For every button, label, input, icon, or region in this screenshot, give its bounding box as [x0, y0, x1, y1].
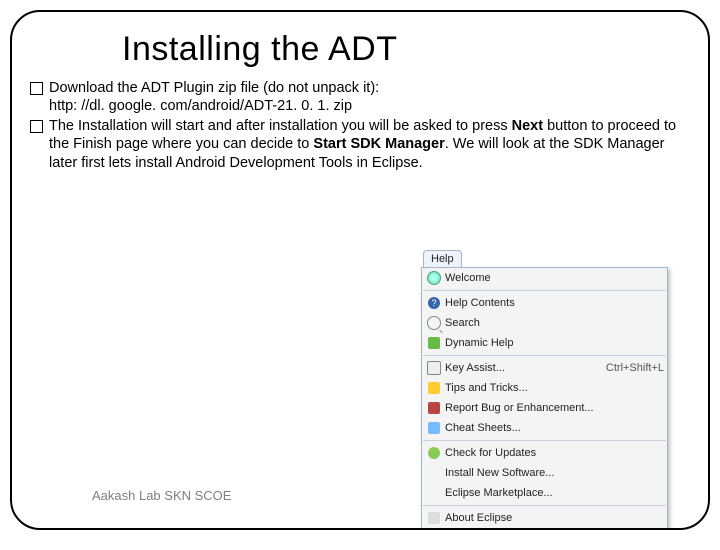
menu-item-shortcut: Ctrl+Shift+L: [596, 362, 664, 374]
menu-item[interactable]: Report Bug or Enhancement...: [422, 398, 667, 418]
bug-icon: [425, 400, 443, 416]
menu-item[interactable]: Tips and Tricks...: [422, 378, 667, 398]
slide-footer: Aakash Lab SKN SCOE: [92, 488, 231, 503]
menu-item-label: Cheat Sheets...: [443, 422, 664, 434]
help-icon: ?: [425, 295, 443, 311]
menu-separator: [423, 505, 666, 506]
menu-item[interactable]: Cheat Sheets...: [422, 418, 667, 438]
menu-item-label: Key Assist...: [443, 362, 596, 374]
key-icon: [425, 360, 443, 376]
menu-item[interactable]: Eclipse Marketplace...: [422, 483, 667, 503]
menu-item[interactable]: ?Help Contents: [422, 293, 667, 313]
bullet-item: Download the ADT Plugin zip file (do not…: [30, 79, 690, 115]
menu-item[interactable]: About Eclipse: [422, 508, 667, 528]
bullet-1-url: http: //dl. google. com/android/ADT-21. …: [49, 98, 352, 114]
menu-item-label: Eclipse Marketplace...: [443, 487, 664, 499]
menu-item-label: Report Bug or Enhancement...: [443, 402, 664, 414]
bullet-marker-icon: [30, 120, 43, 133]
cheat-icon: [425, 420, 443, 436]
slide-title: Installing the ADT: [122, 30, 708, 69]
upd-icon: [425, 445, 443, 461]
menu-item-label: About Eclipse: [443, 512, 664, 524]
menu-item-label: Install New Software...: [443, 467, 664, 479]
menu-item-label: Welcome: [443, 272, 664, 284]
slide-body: Download the ADT Plugin zip file (do not…: [12, 79, 708, 172]
bullet-marker-icon: [30, 82, 43, 95]
menu-separator: [423, 440, 666, 441]
blank-icon: [425, 485, 443, 501]
menu-item[interactable]: Dynamic Help: [422, 333, 667, 353]
search-icon: [425, 315, 443, 331]
help-menu-tab[interactable]: Help: [423, 250, 462, 267]
menu-item-label: Help Contents: [443, 297, 664, 309]
dyn-icon: [425, 335, 443, 351]
bullet-2-bold-next: Next: [512, 118, 547, 134]
menu-item-label: Check for Updates: [443, 447, 664, 459]
menu-item[interactable]: Check for Updates: [422, 443, 667, 463]
menu-separator: [423, 290, 666, 291]
bullet-text: Download the ADT Plugin zip file (do not…: [49, 79, 690, 115]
menu-item-label: Dynamic Help: [443, 337, 664, 349]
menu-item-label: Search: [443, 317, 664, 329]
menu-separator: [423, 355, 666, 356]
menu-item[interactable]: Search: [422, 313, 667, 333]
bullet-2-part1: The Installation will start and after in…: [49, 118, 512, 134]
blank-icon: [425, 465, 443, 481]
menu-item[interactable]: Install New Software...: [422, 463, 667, 483]
bullet-item: The Installation will start and after in…: [30, 117, 690, 171]
slide-frame: Installing the ADT Download the ADT Plug…: [10, 10, 710, 530]
bullet-2-bold-sdk: Start SDK Manager: [313, 136, 444, 152]
menu-item[interactable]: Key Assist...Ctrl+Shift+L: [422, 358, 667, 378]
menu-item[interactable]: Welcome: [422, 268, 667, 288]
bullet-text: The Installation will start and after in…: [49, 117, 690, 171]
help-menu: Help Welcome?Help ContentsSearchDynamic …: [421, 250, 668, 529]
welcome-icon: [425, 270, 443, 286]
menu-item-label: Tips and Tricks...: [443, 382, 664, 394]
about-icon: [425, 510, 443, 526]
bullet-1-lead: Download the ADT Plugin zip file (do not…: [49, 80, 379, 96]
help-menu-panel: Welcome?Help ContentsSearchDynamic HelpK…: [421, 267, 668, 529]
tips-icon: [425, 380, 443, 396]
